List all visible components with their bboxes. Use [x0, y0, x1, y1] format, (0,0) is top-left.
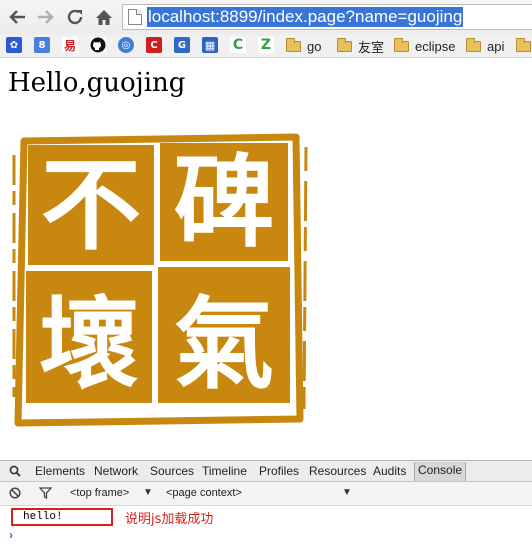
tab-sources[interactable]: Sources: [150, 464, 194, 478]
greeting-text: Hello,guojing: [8, 68, 186, 98]
tab-elements[interactable]: Elements: [35, 464, 85, 478]
bookmark-icon-10[interactable]: Z: [258, 37, 274, 53]
console-log-message: hello!: [11, 508, 113, 526]
tab-timeline[interactable]: Timeline: [202, 464, 247, 478]
forward-icon[interactable]: [35, 6, 57, 28]
bookmark-folder-youshi[interactable]: 友室: [337, 37, 384, 55]
google-icon[interactable]: 8: [34, 37, 50, 53]
tab-profiles[interactable]: Profiles: [259, 464, 299, 478]
back-icon[interactable]: [6, 6, 28, 28]
tab-network[interactable]: Network: [94, 464, 138, 478]
github-icon[interactable]: [90, 37, 106, 53]
devtools-panel: Elements Network Sources Timeline Profil…: [0, 460, 532, 545]
folder-icon: [394, 37, 409, 52]
frame-select-arrow-icon[interactable]: ▼: [143, 487, 153, 498]
bookmark-folder-eclipse[interactable]: eclipse: [394, 37, 455, 55]
context-select[interactable]: <page context>: [166, 487, 242, 499]
console-log-row: hello! 说明js加载成功: [0, 506, 532, 528]
reload-icon[interactable]: [64, 6, 86, 28]
bookmark-folder-overflow[interactable]: [516, 37, 532, 55]
search-icon[interactable]: [9, 465, 21, 480]
browser-toolbar: localhost:8899/index.page?name=guojing: [0, 0, 532, 34]
folder-icon: [516, 37, 531, 52]
page-icon: [128, 9, 142, 25]
seal-character-3: 壞: [39, 286, 139, 403]
folder-icon: [286, 37, 301, 52]
bookmark-icon-9[interactable]: C: [230, 37, 246, 53]
home-icon[interactable]: [93, 6, 115, 28]
seal-character-4: 氣: [174, 286, 274, 403]
tab-audits[interactable]: Audits: [373, 464, 406, 478]
frame-select[interactable]: <top frame>: [70, 487, 129, 499]
context-select-arrow-icon[interactable]: ▼: [342, 487, 352, 498]
console-toolbar: <top frame> ▼ <page context> ▼: [0, 482, 532, 506]
bookmarks-bar: ✿ 8 易 ◎ C G ▦ C Z go 友室 eclipse api: [0, 34, 532, 58]
seal-character-2: 碑: [174, 144, 274, 261]
address-bar[interactable]: localhost:8899/index.page?name=guojing: [122, 4, 532, 30]
seal-image: 不 碑 壞 氣: [6, 127, 312, 427]
bookmark-icon-8[interactable]: ▦: [202, 37, 218, 53]
tab-resources[interactable]: Resources: [309, 464, 366, 478]
folder-icon: [337, 37, 352, 52]
filter-icon[interactable]: [38, 487, 53, 502]
seal-character-1: 不: [41, 147, 141, 264]
bookmark-folder-go[interactable]: go: [286, 37, 321, 55]
bookmark-icon-6[interactable]: C: [146, 37, 162, 53]
url-text[interactable]: localhost:8899/index.page?name=guojing: [147, 7, 464, 27]
bookmark-icon-7[interactable]: G: [174, 37, 190, 53]
tab-console[interactable]: Console: [414, 462, 467, 481]
paw-icon[interactable]: ✿: [6, 37, 22, 53]
bookmark-folder-api[interactable]: api: [466, 37, 504, 55]
annotation-text: 说明js加载成功: [125, 512, 214, 527]
console-prompt-icon[interactable]: ›: [9, 528, 13, 542]
folder-icon: [466, 37, 481, 52]
clear-console-icon[interactable]: [9, 487, 21, 502]
bookmark-icon-5[interactable]: ◎: [118, 37, 134, 53]
devtools-tab-bar: Elements Network Sources Timeline Profil…: [0, 460, 532, 482]
bookmark-icon-3[interactable]: 易: [62, 37, 78, 53]
